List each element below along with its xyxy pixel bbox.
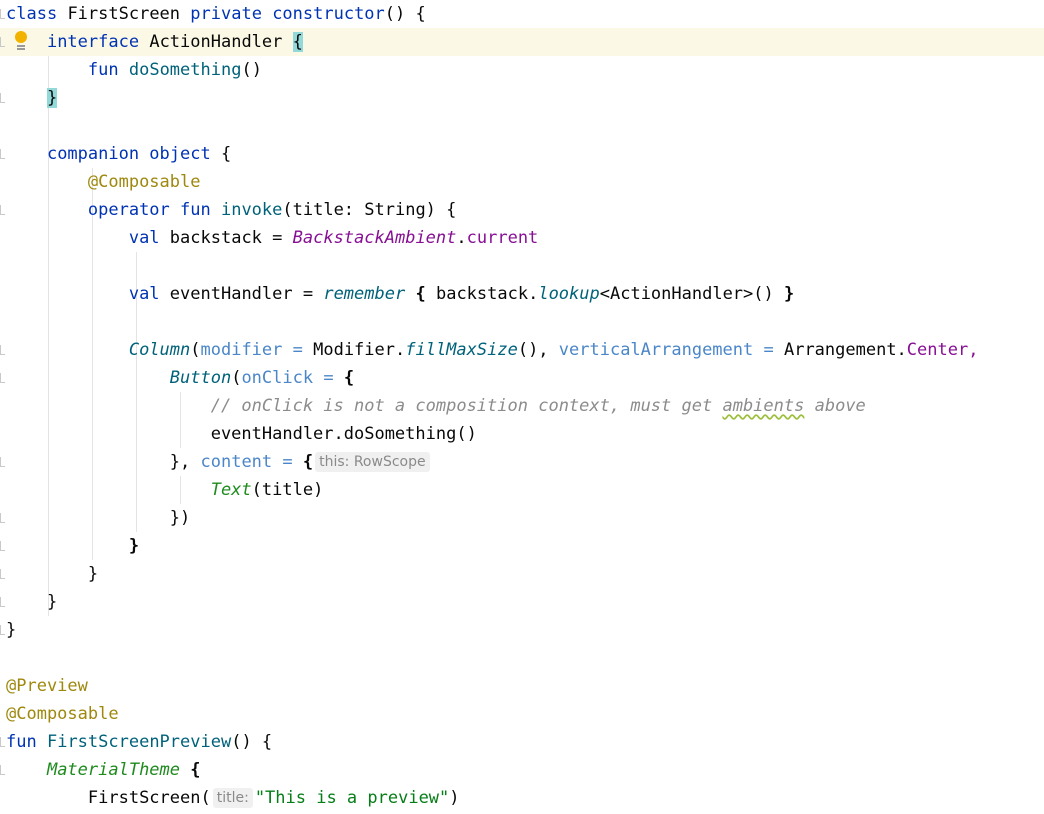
- fold-marker-icon[interactable]: [0, 9, 5, 19]
- code-line-27[interactable]: fun FirstScreenPreview() {: [0, 728, 1044, 756]
- code-line-22[interactable]: }: [0, 588, 1044, 616]
- code-line-26[interactable]: @Composable: [0, 700, 1044, 728]
- code-line-9[interactable]: val backstack = BackstackAmbient.current: [0, 224, 1044, 252]
- code-line-21[interactable]: }: [0, 560, 1044, 588]
- code-line-15[interactable]: // onClick is not a composition context,…: [0, 392, 1044, 420]
- code-line-3[interactable]: fun doSomething(): [0, 56, 1044, 84]
- fold-marker-icon[interactable]: [0, 597, 5, 607]
- code-line-14[interactable]: Button(onClick = {: [0, 364, 1044, 392]
- fold-marker-icon[interactable]: [0, 569, 5, 579]
- inlay-hint: title:: [212, 788, 253, 808]
- code-line-2[interactable]: interface ActionHandler {: [0, 28, 1044, 56]
- fold-marker-icon[interactable]: [0, 149, 5, 159]
- fold-marker-icon[interactable]: [0, 457, 5, 467]
- matched-brace: {: [292, 32, 303, 52]
- code-line-7[interactable]: @Composable: [0, 168, 1044, 196]
- fold-marker-icon[interactable]: [0, 513, 5, 523]
- fold-marker-icon[interactable]: [0, 37, 5, 47]
- code-line-23[interactable]: }: [0, 616, 1044, 644]
- fold-marker-icon[interactable]: [0, 541, 5, 551]
- code-line-17[interactable]: }, content = {this: RowScope: [0, 448, 1044, 476]
- fold-marker-icon[interactable]: [0, 205, 5, 215]
- code-line-18[interactable]: Text(title): [0, 476, 1044, 504]
- code-line-1[interactable]: class FirstScreen private constructor() …: [0, 0, 1044, 28]
- code-line-28[interactable]: MaterialTheme {: [0, 756, 1044, 784]
- code-line-20[interactable]: }: [0, 532, 1044, 560]
- code-line-4[interactable]: }: [0, 84, 1044, 112]
- code-line-29[interactable]: FirstScreen(title: "This is a preview"): [0, 784, 1044, 812]
- inlay-hint: this: RowScope: [315, 452, 430, 472]
- code-line-11[interactable]: val eventHandler = remember { backstack.…: [0, 280, 1044, 308]
- code-line-16[interactable]: eventHandler.doSomething(): [0, 420, 1044, 448]
- fold-marker-icon[interactable]: [0, 765, 5, 775]
- fold-marker-icon[interactable]: [0, 345, 5, 355]
- matched-brace: }: [46, 88, 58, 108]
- typo-underline: ambients: [722, 396, 805, 416]
- code-line-8[interactable]: operator fun invoke(title: String) {: [0, 196, 1044, 224]
- fold-marker-icon[interactable]: [0, 373, 5, 383]
- code-editor[interactable]: class FirstScreen private constructor() …: [0, 0, 1044, 814]
- code-line-6[interactable]: companion object {: [0, 140, 1044, 168]
- fold-marker-icon[interactable]: [0, 625, 5, 635]
- fold-marker-icon[interactable]: [0, 93, 5, 103]
- code-line-19[interactable]: }): [0, 504, 1044, 532]
- fold-marker-icon[interactable]: [0, 737, 5, 747]
- code-line-13[interactable]: Column(modifier = Modifier.fillMaxSize()…: [0, 336, 1044, 364]
- code-line-25[interactable]: @Preview: [0, 672, 1044, 700]
